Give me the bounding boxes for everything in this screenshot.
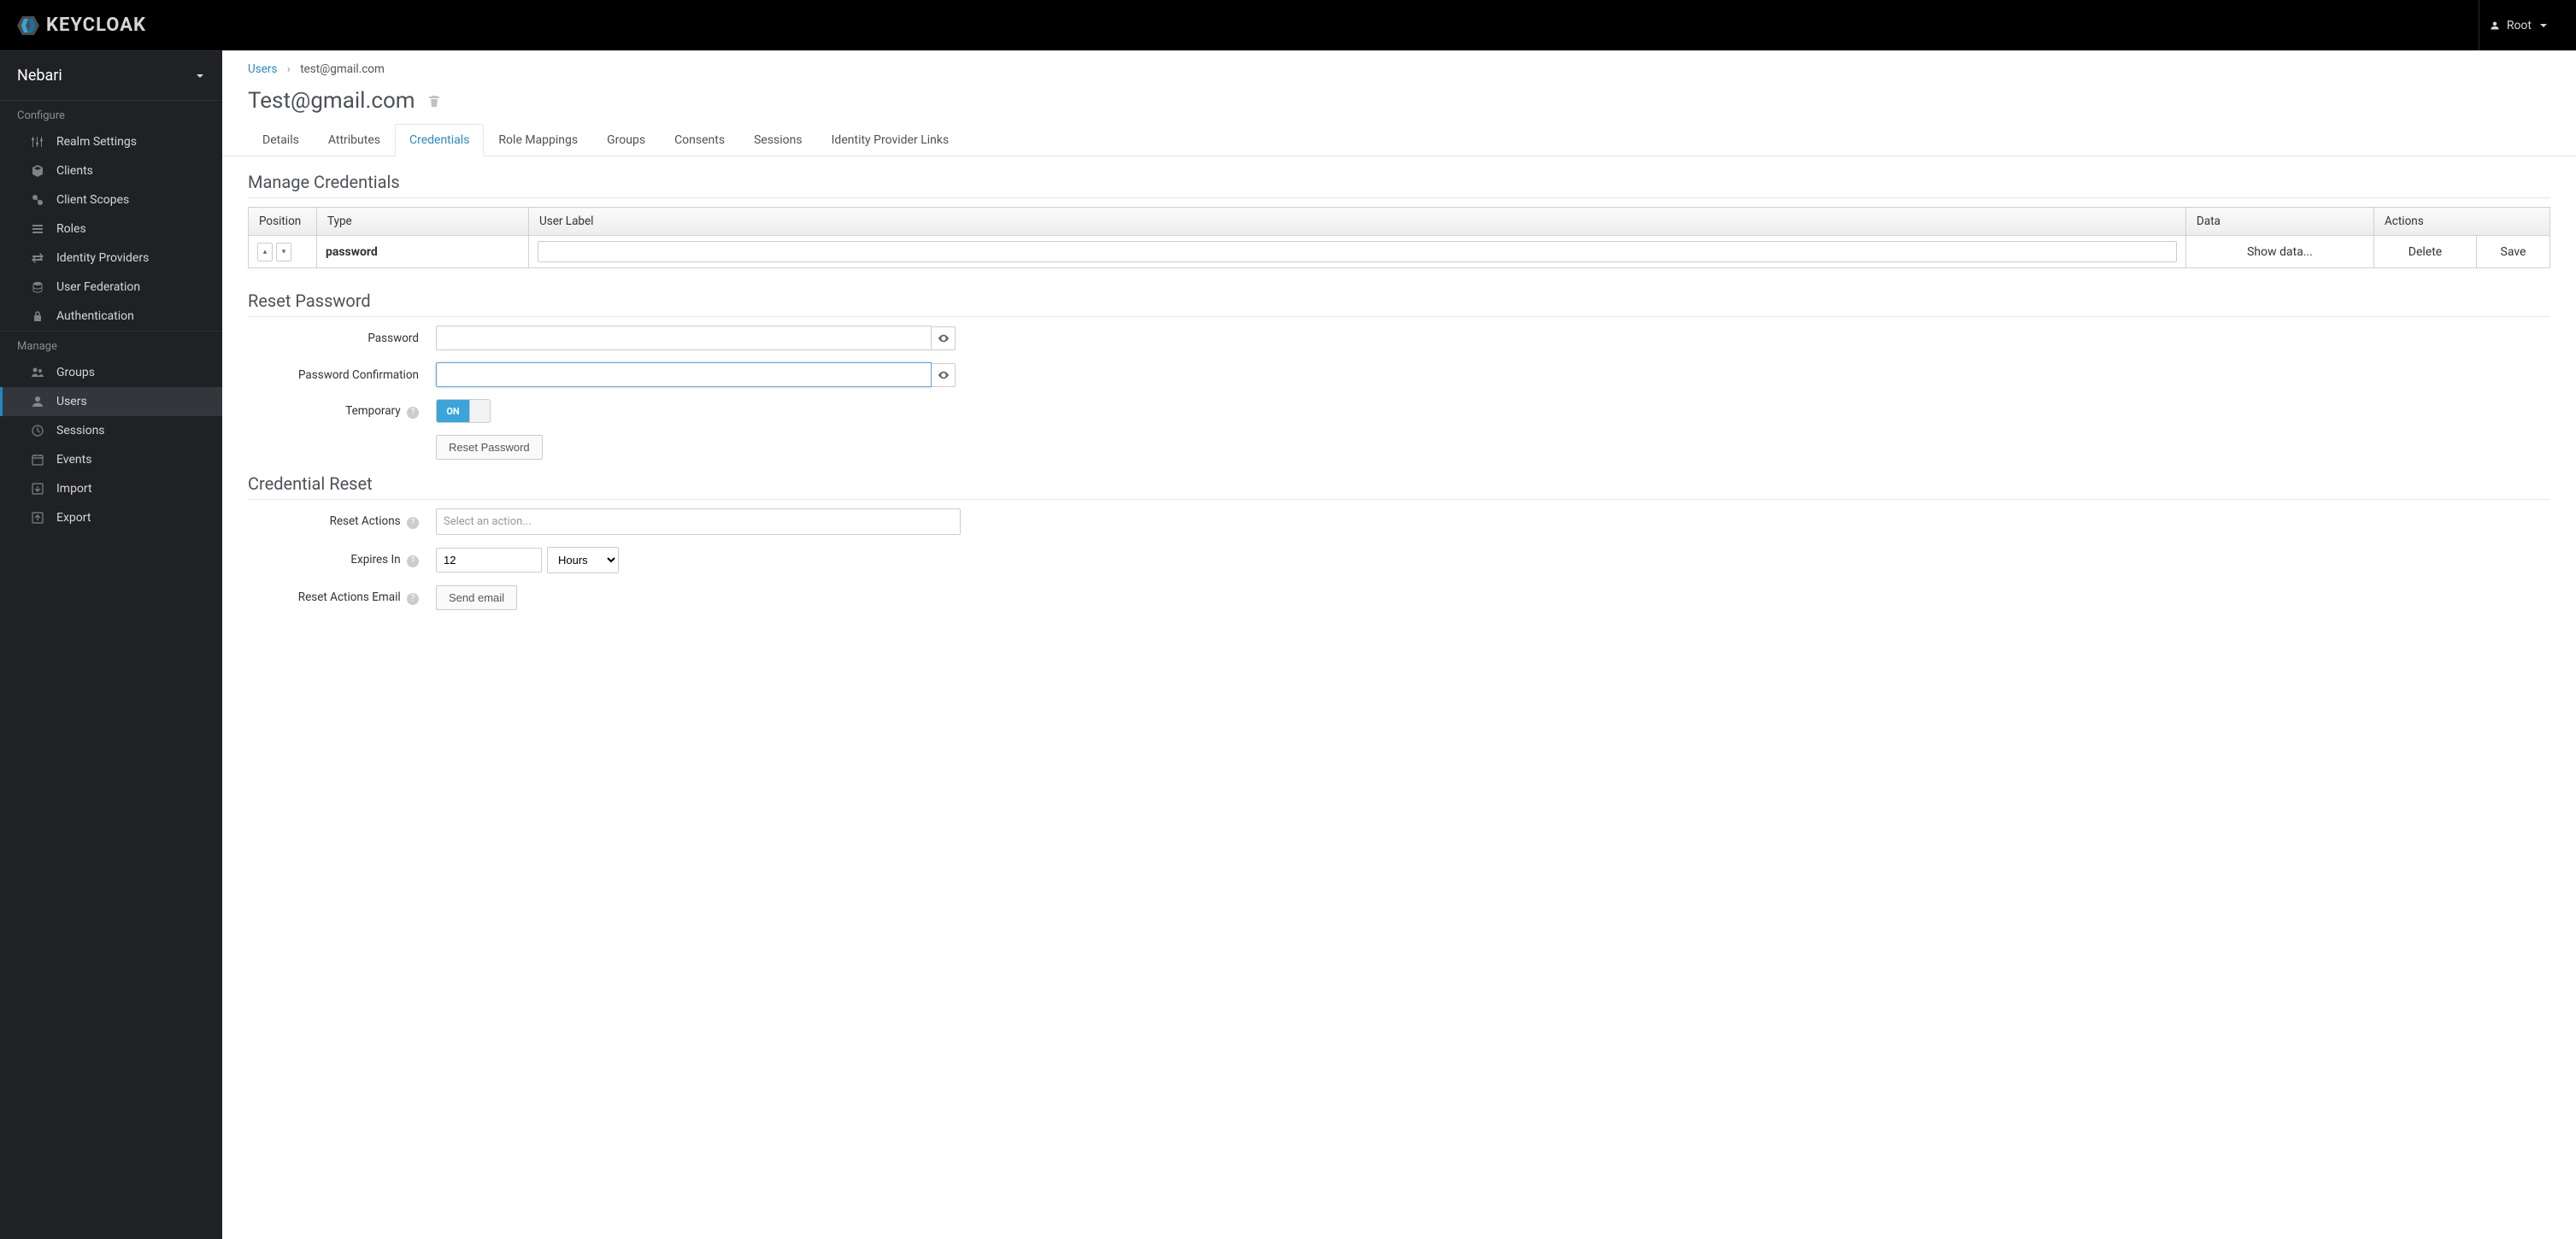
- nav-users[interactable]: Users: [0, 387, 222, 416]
- help-icon[interactable]: ?: [407, 593, 419, 605]
- expires-label: Expires In ?: [248, 553, 436, 567]
- help-icon[interactable]: ?: [407, 555, 419, 567]
- toggle-password-visibility[interactable]: [932, 326, 956, 350]
- password-label: Password: [248, 332, 436, 345]
- password-confirm-label: Password Confirmation: [248, 368, 436, 382]
- realm-name: Nebari: [17, 67, 62, 85]
- keycloak-icon: [15, 13, 41, 38]
- database-icon: [31, 280, 44, 294]
- temporary-toggle[interactable]: ON: [436, 399, 491, 423]
- col-position: Position: [249, 208, 317, 236]
- user-name: Root: [2507, 19, 2532, 32]
- reset-actions-select[interactable]: Select an action...: [436, 508, 961, 535]
- eye-icon: [938, 369, 950, 381]
- tab-role-mappings[interactable]: Role Mappings: [484, 124, 592, 156]
- save-button[interactable]: Save: [2477, 236, 2550, 268]
- nav-client-scopes[interactable]: Client Scopes: [0, 185, 222, 214]
- tab-attributes[interactable]: Attributes: [314, 124, 395, 156]
- breadcrumb-sep: ›: [287, 62, 291, 76]
- reset-actions-label: Reset Actions ?: [248, 514, 436, 529]
- page-title: Test@gmail.com: [248, 88, 2550, 114]
- main-content: Users › test@gmail.com Test@gmail.com De…: [222, 50, 2576, 1239]
- expires-value-input[interactable]: [436, 548, 542, 573]
- credential-type: password: [326, 245, 378, 259]
- person-icon: [31, 395, 44, 408]
- import-icon: [31, 482, 44, 496]
- sidebar: Nebari Configure Realm Settings Clients …: [0, 50, 222, 1239]
- user-menu[interactable]: Root: [2479, 0, 2559, 50]
- nav-groups[interactable]: Groups: [0, 358, 222, 387]
- tab-groups[interactable]: Groups: [592, 124, 660, 156]
- nav-realm-settings[interactable]: Realm Settings: [0, 127, 222, 156]
- help-icon[interactable]: ?: [407, 407, 419, 419]
- exchange-icon: [31, 251, 44, 265]
- manage-credentials-heading: Manage Credentials: [248, 172, 2550, 198]
- tabs: Details Attributes Credentials Role Mapp…: [222, 124, 2576, 156]
- delete-button[interactable]: Delete: [2374, 236, 2477, 268]
- user-label-input[interactable]: [538, 241, 2177, 262]
- expires-unit-select[interactable]: Hours: [547, 547, 619, 573]
- person-icon: [2490, 21, 2500, 31]
- nav-authentication[interactable]: Authentication: [0, 302, 222, 331]
- move-down-button[interactable]: ▾: [276, 243, 291, 261]
- nav-import[interactable]: Import: [0, 474, 222, 503]
- chevron-down-icon: [2538, 21, 2549, 31]
- nav-identity-providers[interactable]: Identity Providers: [0, 244, 222, 273]
- group-icon: [31, 366, 44, 379]
- calendar-icon: [31, 453, 44, 467]
- scopes-icon: [31, 193, 44, 207]
- temporary-label: Temporary ?: [248, 404, 436, 419]
- password-confirm-input[interactable]: [436, 362, 932, 387]
- brand-logo[interactable]: KEYCLOAK: [15, 13, 146, 38]
- breadcrumb: Users › test@gmail.com: [248, 62, 2550, 76]
- reset-actions-email-label: Reset Actions Email ?: [248, 590, 436, 605]
- tab-idp-links[interactable]: Identity Provider Links: [817, 124, 964, 156]
- nav-clients[interactable]: Clients: [0, 156, 222, 185]
- help-icon[interactable]: ?: [407, 517, 419, 529]
- nav-user-federation[interactable]: User Federation: [0, 273, 222, 302]
- col-user-label: User Label: [529, 208, 2186, 236]
- credential-reset-heading: Credential Reset: [248, 473, 2550, 500]
- cube-icon: [31, 164, 44, 178]
- move-up-button[interactable]: ▴: [257, 243, 273, 261]
- tab-credentials[interactable]: Credentials: [395, 124, 484, 156]
- nav-roles[interactable]: Roles: [0, 214, 222, 244]
- sliders-icon: [31, 135, 44, 149]
- nav-events[interactable]: Events: [0, 445, 222, 474]
- export-icon: [31, 511, 44, 525]
- password-input[interactable]: [436, 326, 932, 350]
- chevron-down-icon: [195, 71, 205, 81]
- credentials-table: Position Type User Label Data Actions ▴ …: [248, 207, 2550, 268]
- toggle-confirm-visibility[interactable]: [932, 363, 956, 387]
- list-icon: [31, 222, 44, 236]
- configure-header: Configure: [0, 100, 222, 127]
- lock-icon: [31, 309, 44, 323]
- breadcrumb-current: test@gmail.com: [300, 62, 385, 76]
- col-type: Type: [317, 208, 529, 236]
- reset-password-heading: Reset Password: [248, 291, 2550, 317]
- realm-selector[interactable]: Nebari: [0, 51, 222, 100]
- nav-sessions[interactable]: Sessions: [0, 416, 222, 445]
- brand-text: KEYCLOAK: [46, 15, 146, 36]
- tab-details[interactable]: Details: [248, 124, 314, 156]
- manage-header: Manage: [0, 331, 222, 358]
- col-actions: Actions: [2374, 208, 2550, 236]
- reset-password-button[interactable]: Reset Password: [436, 435, 543, 460]
- breadcrumb-parent[interactable]: Users: [248, 62, 277, 76]
- topbar: KEYCLOAK Root: [0, 0, 2576, 50]
- nav-export[interactable]: Export: [0, 503, 222, 532]
- credential-row: ▴ ▾ password Show data... Delete Save: [249, 236, 2550, 268]
- clock-icon: [31, 424, 44, 437]
- show-data-button[interactable]: Show data...: [2186, 236, 2374, 268]
- trash-icon[interactable]: [427, 94, 441, 108]
- eye-icon: [938, 332, 950, 344]
- tab-consents[interactable]: Consents: [660, 124, 739, 156]
- send-email-button[interactable]: Send email: [436, 585, 517, 610]
- tab-sessions[interactable]: Sessions: [739, 124, 817, 156]
- col-data: Data: [2186, 208, 2374, 236]
